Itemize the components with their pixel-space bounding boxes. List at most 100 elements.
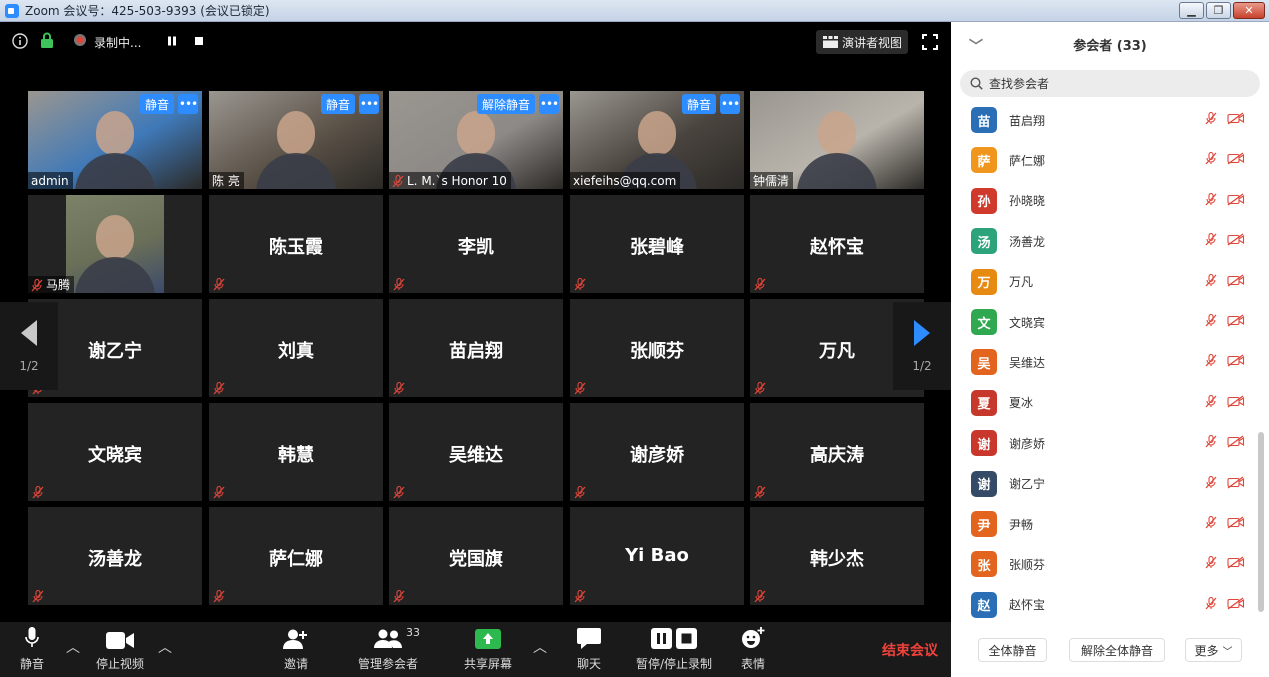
video-off-icon[interactable]: [1227, 516, 1245, 532]
speaker-view-button[interactable]: 演讲者视图: [816, 30, 908, 54]
tile-mute-button[interactable]: 静音: [139, 94, 174, 114]
video-off-icon[interactable]: [1227, 152, 1245, 168]
stop-recording-icon[interactable]: [193, 35, 205, 47]
video-tile[interactable]: 陈 亮 静音 •••: [209, 91, 383, 189]
stop-video-button[interactable]: 停止视频: [92, 622, 148, 677]
mic-muted-icon[interactable]: [1205, 435, 1217, 451]
video-tile[interactable]: 党国旗: [389, 507, 563, 605]
video-off-icon[interactable]: [1227, 395, 1245, 411]
participant-row[interactable]: 文文晓宾: [951, 302, 1251, 342]
video-tile[interactable]: 萨仁娜: [209, 507, 383, 605]
mic-muted-icon[interactable]: [1205, 596, 1217, 613]
video-tile[interactable]: 张顺芬: [570, 299, 744, 397]
unmute-all-button[interactable]: 解除全体静音: [1069, 638, 1165, 662]
participant-row[interactable]: 孙孙晓晓: [951, 181, 1251, 221]
mic-muted-icon[interactable]: [1205, 313, 1217, 330]
tile-more-icon[interactable]: •••: [720, 94, 740, 114]
prev-page-button[interactable]: 1/2: [0, 302, 58, 390]
participant-row[interactable]: 万万凡: [951, 262, 1251, 302]
video-off-icon[interactable]: [1227, 274, 1245, 290]
close-window-button[interactable]: ✕: [1233, 2, 1265, 19]
video-tile[interactable]: L. M.`s Honor 10 解除静音 •••: [389, 91, 563, 189]
video-off-icon[interactable]: [1227, 597, 1245, 613]
pause-stop-recording-button[interactable]: 暂停/停止录制: [632, 622, 716, 677]
video-tile[interactable]: admin 静音 •••: [28, 91, 202, 189]
participant-list-scrollbar[interactable]: [1258, 432, 1264, 612]
search-input[interactable]: [989, 76, 1239, 91]
video-tile[interactable]: 苗启翔: [389, 299, 563, 397]
mute-all-button[interactable]: 全体静音: [978, 638, 1047, 662]
minimize-button[interactable]: ▁: [1179, 2, 1204, 19]
info-icon[interactable]: [12, 33, 28, 49]
video-tile[interactable]: 汤善龙: [28, 507, 202, 605]
video-tile[interactable]: 赵怀宝: [750, 195, 924, 293]
video-off-icon[interactable]: [1227, 193, 1245, 209]
video-tile[interactable]: 钟儒清: [750, 91, 924, 189]
share-options-chevron[interactable]: ︿: [533, 637, 547, 657]
participant-search[interactable]: [960, 70, 1260, 97]
video-off-icon[interactable]: [1227, 435, 1245, 451]
manage-participants-button[interactable]: 33 管理参会者: [356, 622, 420, 677]
video-tile[interactable]: xiefeihs@qq.com 静音 •••: [570, 91, 744, 189]
video-off-icon[interactable]: [1227, 314, 1245, 330]
mic-muted-icon[interactable]: [1205, 192, 1217, 209]
video-tile[interactable]: 韩少杰: [750, 507, 924, 605]
invite-button[interactable]: 邀请: [278, 622, 314, 677]
restore-button[interactable]: ❐: [1206, 2, 1231, 19]
end-meeting-button[interactable]: 结束会议: [882, 640, 938, 660]
video-tile[interactable]: 谢彦娇: [570, 403, 744, 501]
pause-recording-icon[interactable]: [166, 35, 178, 47]
video-tile[interactable]: 刘真: [209, 299, 383, 397]
participant-row[interactable]: 萨萨仁娜: [951, 140, 1251, 180]
tile-more-icon[interactable]: •••: [359, 94, 379, 114]
video-tile[interactable]: 韩慧: [209, 403, 383, 501]
next-page-button[interactable]: 1/2: [893, 302, 951, 390]
mic-muted-icon[interactable]: [1205, 152, 1217, 168]
mic-muted-icon[interactable]: [1205, 556, 1217, 572]
participant-row[interactable]: 尹尹畅: [951, 504, 1251, 544]
video-tile[interactable]: 李凯: [389, 195, 563, 293]
mic-muted-icon[interactable]: [1205, 233, 1217, 249]
video-tile[interactable]: 吴维达: [389, 403, 563, 501]
video-options-chevron[interactable]: ︿: [158, 637, 172, 657]
tile-mute-button[interactable]: 静音: [320, 94, 355, 114]
video-tile[interactable]: 高庆涛: [750, 403, 924, 501]
video-off-icon[interactable]: [1227, 112, 1245, 128]
mic-muted-icon[interactable]: [1205, 111, 1217, 128]
mic-muted-icon[interactable]: [1205, 515, 1217, 532]
participant-row[interactable]: 苗苗启翔: [951, 100, 1251, 140]
video-tile[interactable]: Yi Bao: [570, 507, 744, 605]
more-options-button[interactable]: 更多 ﹀: [1185, 638, 1242, 662]
audio-options-chevron[interactable]: ︿: [66, 637, 80, 657]
video-tile[interactable]: 陈玉霞: [209, 195, 383, 293]
video-off-icon[interactable]: [1227, 233, 1245, 249]
participant-row[interactable]: 夏夏冰: [951, 383, 1251, 423]
video-tile[interactable]: 马腾: [28, 195, 202, 293]
mic-muted-icon[interactable]: [1205, 354, 1217, 370]
tile-more-icon[interactable]: •••: [178, 94, 198, 114]
lock-icon[interactable]: [40, 32, 54, 49]
chat-button[interactable]: 聊天: [572, 622, 606, 677]
participant-row[interactable]: 谢谢乙宁: [951, 464, 1251, 504]
mic-muted-icon[interactable]: [1205, 394, 1217, 411]
tile-mute-button[interactable]: 静音: [681, 94, 716, 114]
reactions-button[interactable]: 表情: [736, 622, 770, 677]
share-screen-button[interactable]: 共享屏幕: [462, 622, 514, 677]
tile-more-icon[interactable]: •••: [539, 94, 559, 114]
video-off-icon[interactable]: [1227, 476, 1245, 492]
video-tile[interactable]: 文晓宾: [28, 403, 202, 501]
mic-muted-icon[interactable]: [1205, 273, 1217, 290]
fullscreen-icon[interactable]: [922, 34, 938, 50]
tile-mute-button[interactable]: 解除静音: [476, 94, 535, 114]
video-off-icon[interactable]: [1227, 354, 1245, 370]
participant-row[interactable]: 吴吴维达: [951, 342, 1251, 382]
video-off-icon[interactable]: [1227, 556, 1245, 572]
mic-muted-icon[interactable]: [1205, 475, 1217, 492]
collapse-chevron-icon[interactable]: ﹀: [969, 36, 983, 56]
participant-row[interactable]: 张张顺芬: [951, 544, 1251, 584]
video-tile[interactable]: 张碧峰: [570, 195, 744, 293]
mute-button[interactable]: 静音: [14, 622, 50, 677]
participant-row[interactable]: 谢谢彦娇: [951, 423, 1251, 463]
participant-row[interactable]: 赵赵怀宝: [951, 585, 1251, 620]
participant-row[interactable]: 汤汤善龙: [951, 221, 1251, 261]
